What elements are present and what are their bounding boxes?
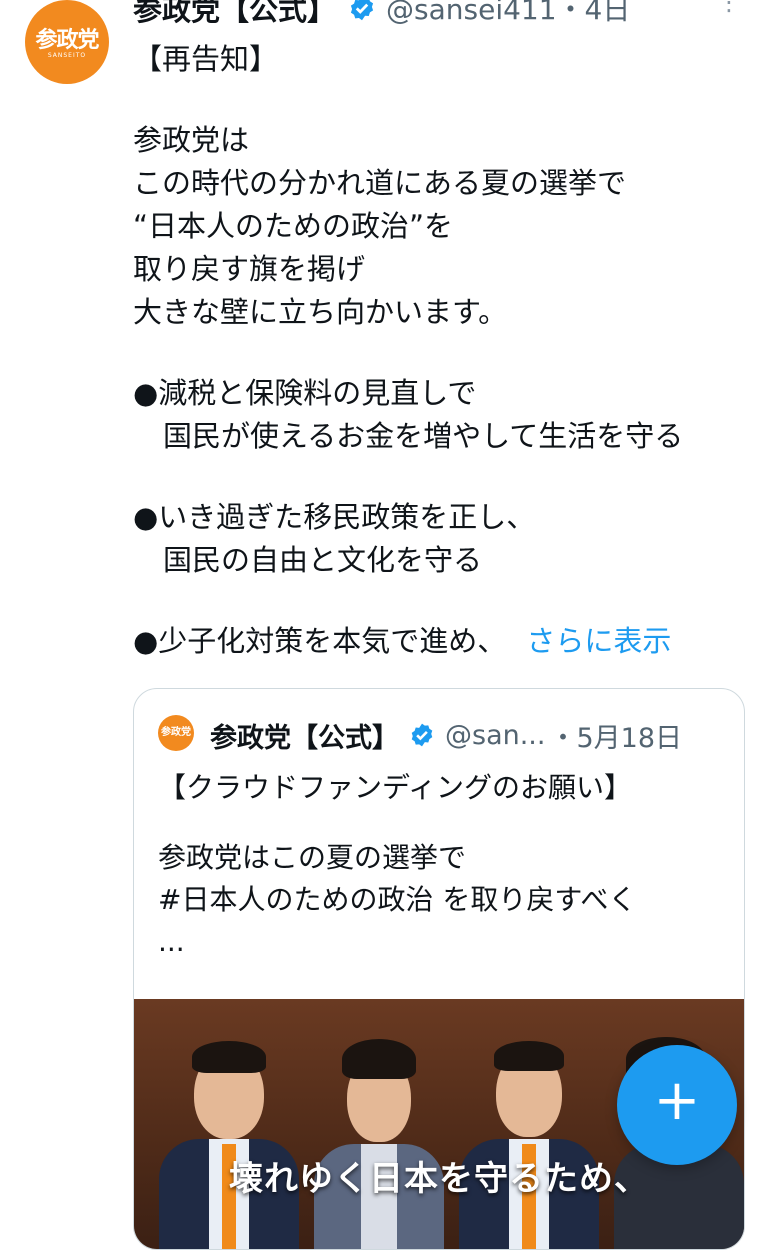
quoted-line: #日本人のための政治 を取り戻すべく xyxy=(158,883,637,916)
tweet-line: 国民の自由と文化を守る xyxy=(163,543,483,577)
quoted-line: 【クラウドファンディングのお願い】 xyxy=(158,771,633,804)
person-figure xyxy=(454,1019,604,1249)
quoted-tweet-header: 参政党【公式】 @san... ・5月18日 xyxy=(210,715,682,755)
quoted-author-avatar[interactable]: 参政党 xyxy=(158,715,194,751)
verified-badge-icon xyxy=(409,722,435,748)
tweet-line: “日本人のための政治”を xyxy=(133,209,454,243)
tweet-line: 大きな壁に立ち向かいます。 xyxy=(133,295,508,329)
compose-tweet-button[interactable]: + xyxy=(617,1045,737,1165)
quoted-tweet-date: ・5月18日 xyxy=(549,722,683,754)
tweet-line: 取り戻す旗を掲げ xyxy=(133,252,366,286)
quoted-tweet[interactable]: 参政党 参政党【公式】 @san... ・5月18日 【クラウドファンディングの… xyxy=(133,688,745,1250)
avatar-logo-subtext: SANSEITO xyxy=(47,52,87,59)
verified-badge-icon xyxy=(348,0,376,22)
quoted-line: 参政党はこの夏の選挙で xyxy=(158,841,467,874)
author-handle-time[interactable]: @sansei411・4日 xyxy=(386,0,630,28)
author-name[interactable]: 参政党【公式】 xyxy=(133,0,336,29)
plus-icon: + xyxy=(653,1068,701,1133)
quoted-author-handle: @san... xyxy=(445,719,546,751)
tweet-line: 参政党は xyxy=(133,123,250,157)
tweet-line-last: ●少子化対策を本気で進め、 さらに表示 xyxy=(133,620,753,663)
tweet-line: ●少子化対策を本気で進め、 xyxy=(133,624,507,658)
person-figure xyxy=(309,1019,449,1249)
quoted-tweet-text: 【クラウドファンディングのお願い】 参政党はこの夏の選挙で #日本人のための政治… xyxy=(158,767,728,963)
tweet-line: ●減税と保険料の見直しで xyxy=(133,376,477,410)
tweet-line: この時代の分かれ道にある夏の選挙で xyxy=(133,166,627,200)
tweet-line: ●いき過ぎた移民政策を正し、 xyxy=(133,500,536,534)
more-options-icon[interactable]: ⋮ xyxy=(712,0,746,36)
tweet-line: 【再告知】 xyxy=(133,42,279,76)
avatar-logo-text: 参政党 xyxy=(35,28,99,53)
quoted-line: ... xyxy=(158,925,185,958)
tweet-header: 参政党【公式】 @sansei411・4日 xyxy=(133,0,630,28)
tweet-line: 国民が使えるお金を増やして生活を守る xyxy=(163,419,684,453)
quoted-author-name: 参政党【公式】 xyxy=(210,722,399,754)
show-more-link[interactable]: さらに表示 xyxy=(526,624,671,658)
author-avatar[interactable]: 参政党 SANSEITO xyxy=(25,0,109,84)
person-figure xyxy=(154,1019,304,1249)
tweet-text: 【再告知】 参政党は この時代の分かれ道にある夏の選挙で “日本人のための政治”… xyxy=(133,38,753,663)
